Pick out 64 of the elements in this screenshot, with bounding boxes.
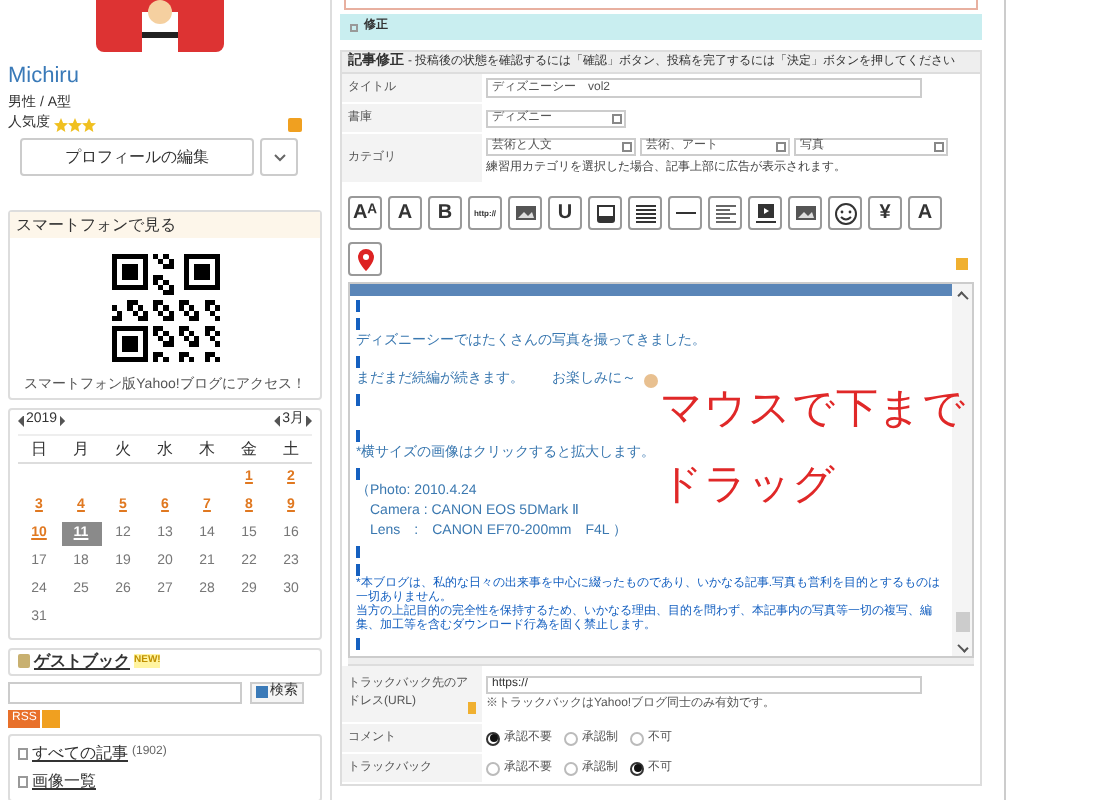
card-title: スマートフォンで見る (10, 212, 320, 238)
toolbar-button[interactable] (788, 196, 822, 230)
toolbar-button[interactable] (828, 196, 862, 230)
next-icon[interactable] (59, 415, 66, 427)
toolbar-button[interactable] (508, 196, 542, 230)
smiley-icon (831, 199, 859, 227)
profile-name[interactable]: Michiru (8, 64, 322, 88)
radio-button[interactable] (630, 731, 644, 745)
paragraph-marker (356, 355, 360, 367)
profile-edit-button[interactable]: プロフィールの編集 (20, 138, 254, 176)
lines-icon (631, 199, 659, 227)
toolbar-button[interactable] (668, 196, 702, 230)
radio-button[interactable] (630, 761, 644, 775)
scroll-up-icon[interactable] (956, 291, 968, 303)
chevron-down-icon (273, 153, 285, 161)
notebook-icon (18, 654, 30, 668)
avatar-drawing (96, 0, 224, 52)
paragraph-marker (356, 317, 360, 329)
weekday-label: 月 (60, 435, 102, 463)
scroll-down-icon[interactable] (956, 641, 968, 653)
toolbar-button[interactable] (748, 196, 782, 230)
archive-link[interactable]: 画像一覧 (32, 769, 96, 793)
radio-button[interactable] (564, 731, 578, 745)
toolbar-button[interactable]: ¥ (868, 196, 902, 230)
scroll-thumb[interactable] (955, 612, 969, 632)
toolbar-button[interactable] (588, 196, 622, 230)
toolbar-button[interactable] (708, 196, 742, 230)
paragraph-marker (356, 393, 360, 405)
weekday-label: 金 (228, 435, 270, 463)
paint-bucket-icon (591, 199, 619, 227)
annotation-text: マウスで下まで (660, 386, 966, 434)
annotation-text: ドラッグ (660, 462, 836, 510)
editor-area[interactable] (348, 282, 974, 658)
weekday-label: 日 (18, 435, 60, 463)
horizontal-line-icon (675, 212, 695, 214)
radio-button[interactable] (486, 731, 500, 745)
previous-icon[interactable] (18, 415, 24, 427)
next-icon[interactable] (306, 415, 312, 427)
toolbar-button[interactable]: U (548, 196, 582, 230)
search-field[interactable] (8, 681, 242, 703)
paragraph-marker (356, 563, 360, 575)
paragraph-marker (356, 467, 360, 479)
guestbook-link[interactable]: ゲストブック (34, 649, 130, 673)
resize-handle[interactable] (348, 658, 974, 666)
weekday-label: 水 (144, 435, 186, 463)
paragraph-marker (356, 545, 360, 557)
weekday-label: 火 (102, 435, 144, 463)
text-align-icon (711, 199, 739, 227)
radio-button[interactable] (486, 761, 500, 775)
video-icon (751, 199, 779, 227)
qr-code-icon (111, 254, 219, 362)
toolbar-button[interactable] (628, 196, 662, 230)
paragraph-marker (356, 637, 360, 649)
radio-button[interactable] (564, 761, 578, 775)
weekday-label: 木 (186, 435, 228, 463)
toolbar-button[interactable]: B (428, 196, 462, 230)
paragraph-marker (356, 299, 360, 311)
toolbar-button[interactable]: A (908, 196, 942, 230)
toolbar-button[interactable]: Aᴬ (348, 196, 382, 230)
previous-icon[interactable] (274, 415, 281, 427)
paragraph-marker (356, 429, 360, 441)
archive-link[interactable]: すべての記事 (32, 741, 128, 765)
weekday-label: 土 (270, 435, 312, 463)
toolbar-button[interactable]: A (388, 196, 422, 230)
